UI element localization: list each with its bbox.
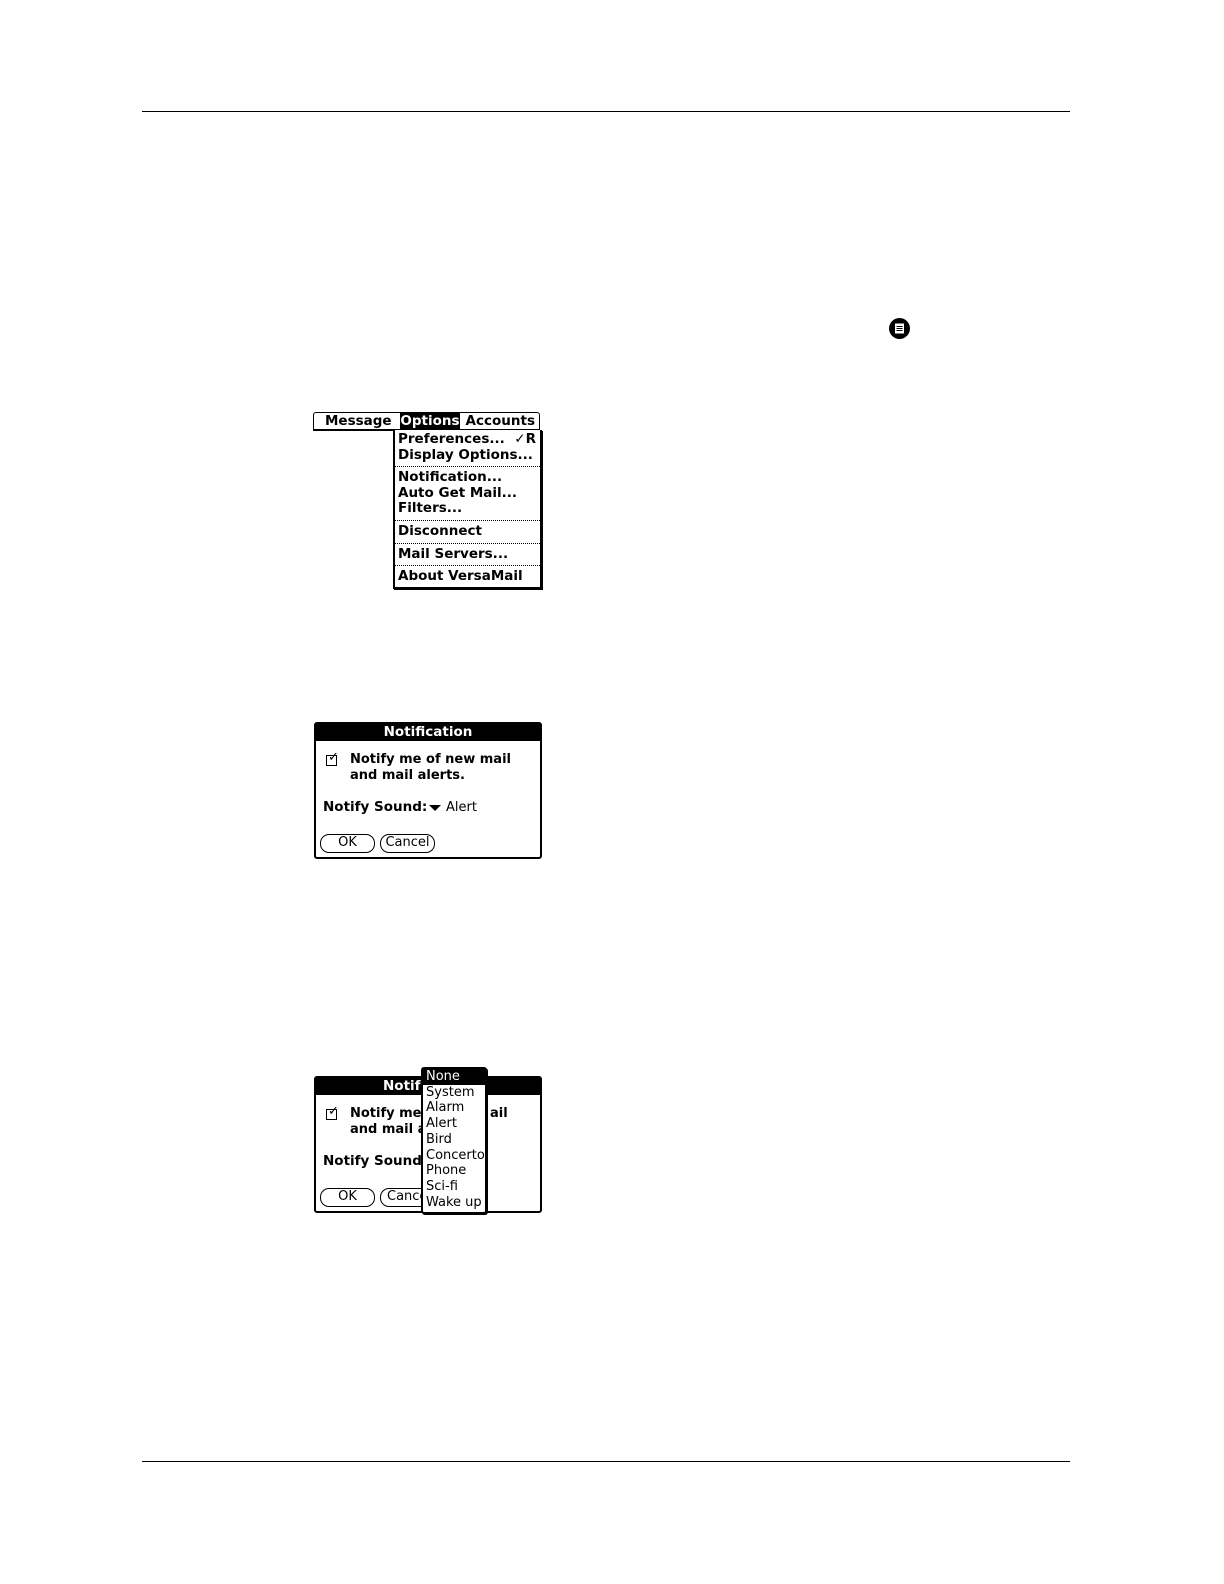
- header-rule: [142, 111, 1070, 112]
- notify-checkbox[interactable]: ✓: [326, 1105, 339, 1120]
- menu-item-about-versamail[interactable]: About VersaMail: [395, 569, 540, 585]
- dropdown-arrow-icon[interactable]: [429, 805, 441, 811]
- shortcut-label: ✓R: [514, 431, 536, 447]
- menu-bar: Message Options Accounts: [313, 412, 540, 431]
- sound-option-sci-fi[interactable]: Sci-fi: [423, 1179, 485, 1195]
- notify-checkbox[interactable]: ✓: [326, 751, 339, 766]
- menu-item-display-options[interactable]: Display Options...: [395, 447, 540, 464]
- menu-item-disconnect[interactable]: Disconnect: [395, 523, 540, 540]
- notify-sound-label: Notify Sound:: [323, 1153, 428, 1169]
- notify-sound-select[interactable]: Alert: [446, 800, 477, 816]
- menu-item-mail-servers[interactable]: Mail Servers...: [395, 546, 540, 563]
- check-icon: ✓: [328, 1104, 339, 1119]
- notification-dialog: Notification ✓ Notify me of new mail and…: [314, 722, 542, 859]
- sound-option-wake-up[interactable]: Wake up: [423, 1195, 485, 1211]
- cancel-button[interactable]: Cancel: [380, 834, 435, 853]
- menu-title-accounts[interactable]: Accounts: [460, 413, 539, 429]
- options-menu-screenshot: Message Options Accounts Preferences... …: [313, 412, 542, 589]
- notify-checkbox-label: Notify me and mail a: [350, 1106, 427, 1137]
- menu-separator: [395, 542, 540, 544]
- dialog-title: Notification: [316, 724, 540, 741]
- notify-sound-label: Notify Sound:: [323, 799, 428, 815]
- footer-rule: [142, 1461, 1070, 1462]
- sound-option-phone[interactable]: Phone: [423, 1163, 485, 1179]
- notify-checkbox-label-tail: ail: [490, 1106, 508, 1121]
- menu-separator: [395, 519, 540, 521]
- notify-checkbox-label: Notify me of new mail and mail alerts.: [350, 752, 511, 783]
- sound-option-alarm[interactable]: Alarm: [423, 1100, 485, 1116]
- menu-item-preferences[interactable]: Preferences... ✓R: [395, 431, 540, 448]
- menu-separator: [395, 466, 540, 468]
- menu-icon: [889, 318, 910, 339]
- menu-separator: [395, 565, 540, 567]
- ok-button[interactable]: OK: [320, 834, 375, 853]
- menu-item-auto-get-mail[interactable]: Auto Get Mail...: [395, 485, 540, 502]
- sound-option-concerto[interactable]: Concerto: [423, 1148, 485, 1164]
- menu-item-notification[interactable]: Notification...: [395, 470, 540, 486]
- ok-button[interactable]: OK: [320, 1188, 375, 1207]
- menu-title-options[interactable]: Options: [400, 413, 460, 429]
- sound-option-alert[interactable]: Alert: [423, 1116, 485, 1132]
- sound-option-none[interactable]: None: [423, 1069, 485, 1085]
- options-dropdown: Preferences... ✓R Display Options... Not…: [393, 430, 542, 589]
- sound-option-bird[interactable]: Bird: [423, 1132, 485, 1148]
- check-icon: ✓: [328, 750, 339, 765]
- notify-sound-popup-list: None System Alarm Alert Bird Concerto Ph…: [421, 1067, 487, 1214]
- menu-item-filters[interactable]: Filters...: [395, 501, 540, 517]
- sound-option-system[interactable]: System: [423, 1085, 485, 1101]
- menu-title-message[interactable]: Message: [314, 413, 400, 429]
